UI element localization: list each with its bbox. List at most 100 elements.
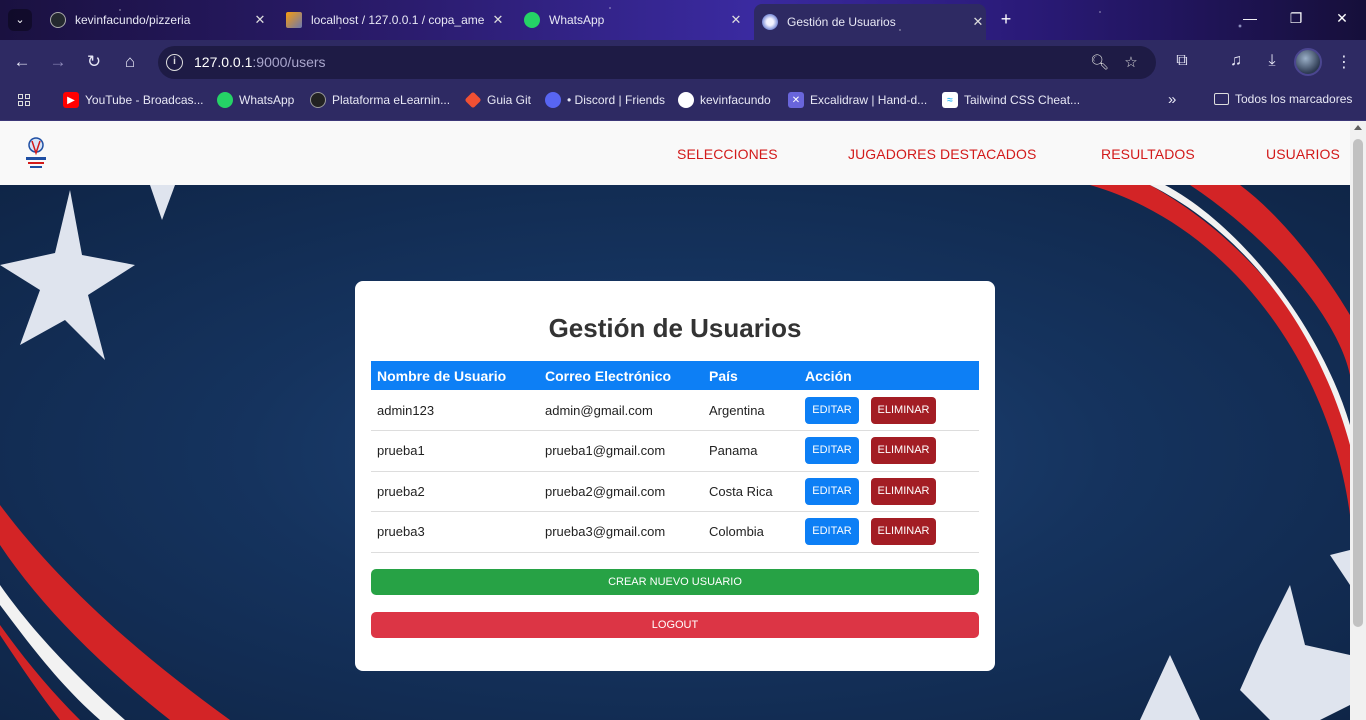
cell-username: admin123 bbox=[371, 390, 539, 431]
nav-selecciones[interactable]: SELECCIONES bbox=[677, 146, 778, 162]
users-table: Nombre de Usuario Correo Electrónico Paí… bbox=[371, 361, 979, 553]
cell-country: Costa Rica bbox=[703, 471, 799, 512]
forward-icon[interactable]: → bbox=[48, 52, 68, 72]
close-icon[interactable]: ✕ bbox=[490, 12, 506, 28]
create-user-button[interactable]: CREAR NUEVO USUARIO bbox=[371, 569, 979, 595]
scrollbar-thumb[interactable] bbox=[1353, 139, 1363, 627]
more-bookmarks-icon[interactable]: » bbox=[1168, 91, 1176, 108]
table-row: prueba1 prueba1@gmail.com Panama EDITAR E… bbox=[371, 430, 979, 472]
cell-username: prueba1 bbox=[371, 430, 539, 472]
nav-usuarios[interactable]: USUARIOS bbox=[1266, 146, 1340, 162]
user-management-card: Gestión de Usuarios Nombre de Usuario Co… bbox=[355, 281, 995, 671]
address-bar[interactable]: i 127.0.0.1:9000/users 🔍︎ ☆ bbox=[158, 46, 1156, 79]
cell-actions: EDITAR ELIMINAR bbox=[799, 471, 979, 512]
column-header-email: Correo Electrónico bbox=[545, 367, 672, 384]
home-icon[interactable]: ⌂ bbox=[120, 52, 140, 72]
url-text[interactable]: 127.0.0.1:9000/users bbox=[194, 54, 326, 70]
bookmark-github[interactable]: kevinfacundo bbox=[678, 92, 771, 108]
bookmark-label: kevinfacundo bbox=[700, 93, 771, 107]
bookmark-label: Tailwind CSS Cheat... bbox=[964, 93, 1081, 107]
cell-email: prueba1@gmail.com bbox=[539, 430, 703, 472]
bookmark-discord[interactable]: • Discord | Friends bbox=[545, 92, 665, 108]
cell-username: prueba2 bbox=[371, 471, 539, 512]
window-close-icon[interactable]: ✕ bbox=[1332, 10, 1352, 27]
elearning-icon bbox=[310, 92, 326, 108]
git-icon bbox=[464, 91, 482, 109]
all-bookmarks-folder[interactable]: Todos los marcadores bbox=[1214, 92, 1352, 106]
github-icon bbox=[50, 12, 66, 28]
download-icon[interactable]: ⤓ bbox=[1262, 52, 1282, 70]
close-icon[interactable]: ✕ bbox=[970, 14, 986, 30]
profile-avatar[interactable] bbox=[1294, 48, 1322, 76]
nav-jugadores-destacados[interactable]: JUGADORES DESTACADOS bbox=[848, 146, 1036, 162]
edit-button[interactable]: EDITAR bbox=[805, 477, 859, 505]
page-title: Gestión de Usuarios bbox=[548, 313, 802, 343]
cell-actions: EDITAR ELIMINAR bbox=[799, 430, 979, 472]
menu-icon[interactable]: ⋮ bbox=[1334, 52, 1354, 72]
scroll-up-icon[interactable] bbox=[1354, 125, 1362, 130]
toolbar: ← → ↻ ⌂ i 127.0.0.1:9000/users 🔍︎ ☆ ⧉ ♫ … bbox=[0, 40, 1366, 84]
tab-title: kevinfacundo/pizzeria bbox=[75, 13, 191, 27]
excalidraw-icon: ✕ bbox=[788, 92, 804, 108]
bookmark-elearning[interactable]: Plataforma eLearnin... bbox=[310, 92, 450, 108]
site-info-icon[interactable]: i bbox=[166, 54, 183, 71]
close-icon[interactable]: ✕ bbox=[728, 12, 744, 28]
extensions-icon[interactable]: ⧉ bbox=[1172, 52, 1192, 70]
edit-button[interactable]: EDITAR bbox=[805, 437, 859, 465]
globe-icon bbox=[762, 14, 778, 30]
delete-button[interactable]: ELIMINAR bbox=[871, 396, 936, 424]
bookmark-excalidraw[interactable]: ✕ Excalidraw | Hand-d... bbox=[788, 92, 927, 108]
restore-icon[interactable]: ❐ bbox=[1286, 10, 1306, 27]
star-icon[interactable]: ☆ bbox=[1122, 53, 1140, 71]
cell-country: Colombia bbox=[703, 511, 799, 553]
tailwind-icon: ≈ bbox=[942, 92, 958, 108]
table-row: prueba2 prueba2@gmail.com Costa Rica EDI… bbox=[371, 471, 979, 512]
bookmark-whatsapp[interactable]: WhatsApp bbox=[217, 92, 294, 108]
bookmark-tailwind[interactable]: ≈ Tailwind CSS Cheat... bbox=[942, 92, 1080, 108]
media-control-icon[interactable]: ♫ bbox=[1226, 52, 1246, 70]
nav-resultados[interactable]: RESULTADOS bbox=[1101, 146, 1195, 162]
bookmark-label: Excalidraw | Hand-d... bbox=[810, 93, 928, 107]
column-header-action: Acción bbox=[805, 367, 852, 384]
bookmark-guia-git[interactable]: Guia Git bbox=[464, 91, 531, 109]
tab-pizzeria[interactable]: kevinfacundo/pizzeria ✕ bbox=[40, 4, 268, 36]
new-tab-icon[interactable]: + bbox=[996, 9, 1016, 30]
folder-icon bbox=[1214, 93, 1229, 105]
delete-button[interactable]: ELIMINAR bbox=[871, 477, 936, 505]
delete-button[interactable]: ELIMINAR bbox=[871, 437, 936, 465]
page-viewport: SELECCIONES JUGADORES DESTACADOS RESULTA… bbox=[0, 121, 1350, 720]
discord-icon bbox=[545, 92, 561, 108]
whatsapp-icon bbox=[524, 12, 540, 28]
close-icon[interactable]: ✕ bbox=[252, 12, 268, 28]
github-icon bbox=[678, 92, 694, 108]
bookmark-label: YouTube - Broadcas... bbox=[85, 93, 204, 107]
url-path: :9000/users bbox=[252, 54, 326, 70]
bookmark-label: WhatsApp bbox=[239, 93, 295, 107]
delete-button[interactable]: ELIMINAR bbox=[871, 518, 936, 546]
edit-button[interactable]: EDITAR bbox=[805, 518, 859, 546]
cell-actions: EDITAR ELIMINAR bbox=[799, 390, 979, 431]
tab-title: Gestión de Usuarios bbox=[787, 15, 896, 29]
tab-search-button[interactable]: ⌄ bbox=[8, 9, 32, 31]
tab-title: localhost / 127.0.0.1 / copa_ame bbox=[311, 13, 484, 27]
table-header-row: Nombre de Usuario Correo Electrónico Paí… bbox=[371, 361, 979, 390]
back-icon[interactable]: ← bbox=[12, 52, 32, 72]
bookmark-youtube[interactable]: ▶ YouTube - Broadcas... bbox=[63, 92, 204, 108]
edit-button[interactable]: EDITAR bbox=[805, 396, 859, 424]
table-row: admin123 admin@gmail.com Argentina EDITA… bbox=[371, 390, 979, 431]
url-host: 127.0.0.1 bbox=[194, 54, 253, 70]
apps-icon[interactable] bbox=[18, 94, 30, 106]
page-scrollbar[interactable] bbox=[1350, 121, 1366, 720]
tab-whatsapp[interactable]: WhatsApp ✕ bbox=[516, 4, 744, 36]
tab-phpmyadmin[interactable]: localhost / 127.0.0.1 / copa_ame ✕ bbox=[278, 4, 506, 36]
logout-button[interactable]: LOGOUT bbox=[371, 612, 979, 638]
reload-icon[interactable]: ↻ bbox=[84, 52, 104, 72]
zoom-icon[interactable]: 🔍︎ bbox=[1090, 53, 1109, 71]
site-header: SELECCIONES JUGADORES DESTACADOS RESULTA… bbox=[0, 121, 1350, 185]
minimize-icon[interactable]: — bbox=[1240, 10, 1260, 26]
bookmarks-bar: ▶ YouTube - Broadcas... WhatsApp Platafo… bbox=[0, 84, 1366, 121]
bookmark-label: • Discord | Friends bbox=[567, 93, 666, 107]
tab-gestion-usuarios[interactable]: Gestión de Usuarios ✕ bbox=[754, 4, 986, 40]
tab-strip: ⌄ kevinfacundo/pizzeria ✕ localhost / 12… bbox=[0, 0, 1366, 40]
copa-america-logo[interactable] bbox=[22, 133, 50, 173]
